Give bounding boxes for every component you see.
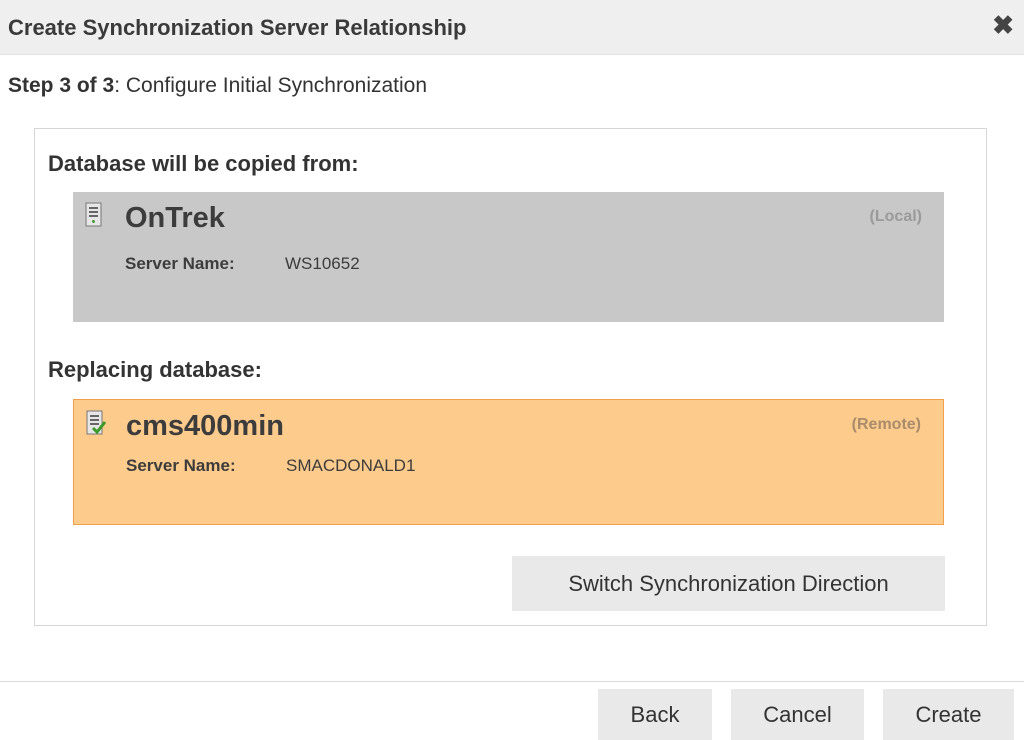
cancel-button[interactable]: Cancel [731,689,864,740]
back-button[interactable]: Back [598,689,712,740]
target-location-tag: (Remote) [851,416,921,433]
step-indicator: Step 3 of 3: Configure Initial Synchroni… [8,74,427,98]
sync-config-panel: Database will be copied from: OnTrek (Lo… [34,128,987,626]
source-database-card: OnTrek (Local) Server Name: WS10652 [73,192,944,322]
source-section-label: Database will be copied from: [48,151,359,176]
step-description: : Configure Initial Synchronization [114,74,428,97]
target-server-value: SMACDONALD1 [286,456,416,475]
database-server-check-icon [86,410,106,435]
create-button[interactable]: Create [883,689,1014,740]
target-database-name: cms400min [126,410,284,442]
target-database-card: cms400min (Remote) Server Name: SMACDONA… [73,399,944,525]
footer-divider [0,681,1024,682]
database-server-icon [85,202,102,227]
dialog-title: Create Synchronization Server Relationsh… [8,15,467,40]
target-section-label: Replacing database: [48,357,262,382]
step-number: Step 3 of 3 [8,74,115,97]
target-server-label: Server Name: [126,456,236,475]
dialog-titlebar: Create Synchronization Server Relationsh… [0,0,1024,55]
close-icon[interactable]: ✖ [992,12,1014,38]
source-database-name: OnTrek [125,202,225,234]
source-server-label: Server Name: [125,254,235,273]
source-location-tag: (Local) [869,208,922,225]
switch-direction-button[interactable]: Switch Synchronization Direction [512,556,945,611]
source-server-value: WS10652 [285,254,360,273]
